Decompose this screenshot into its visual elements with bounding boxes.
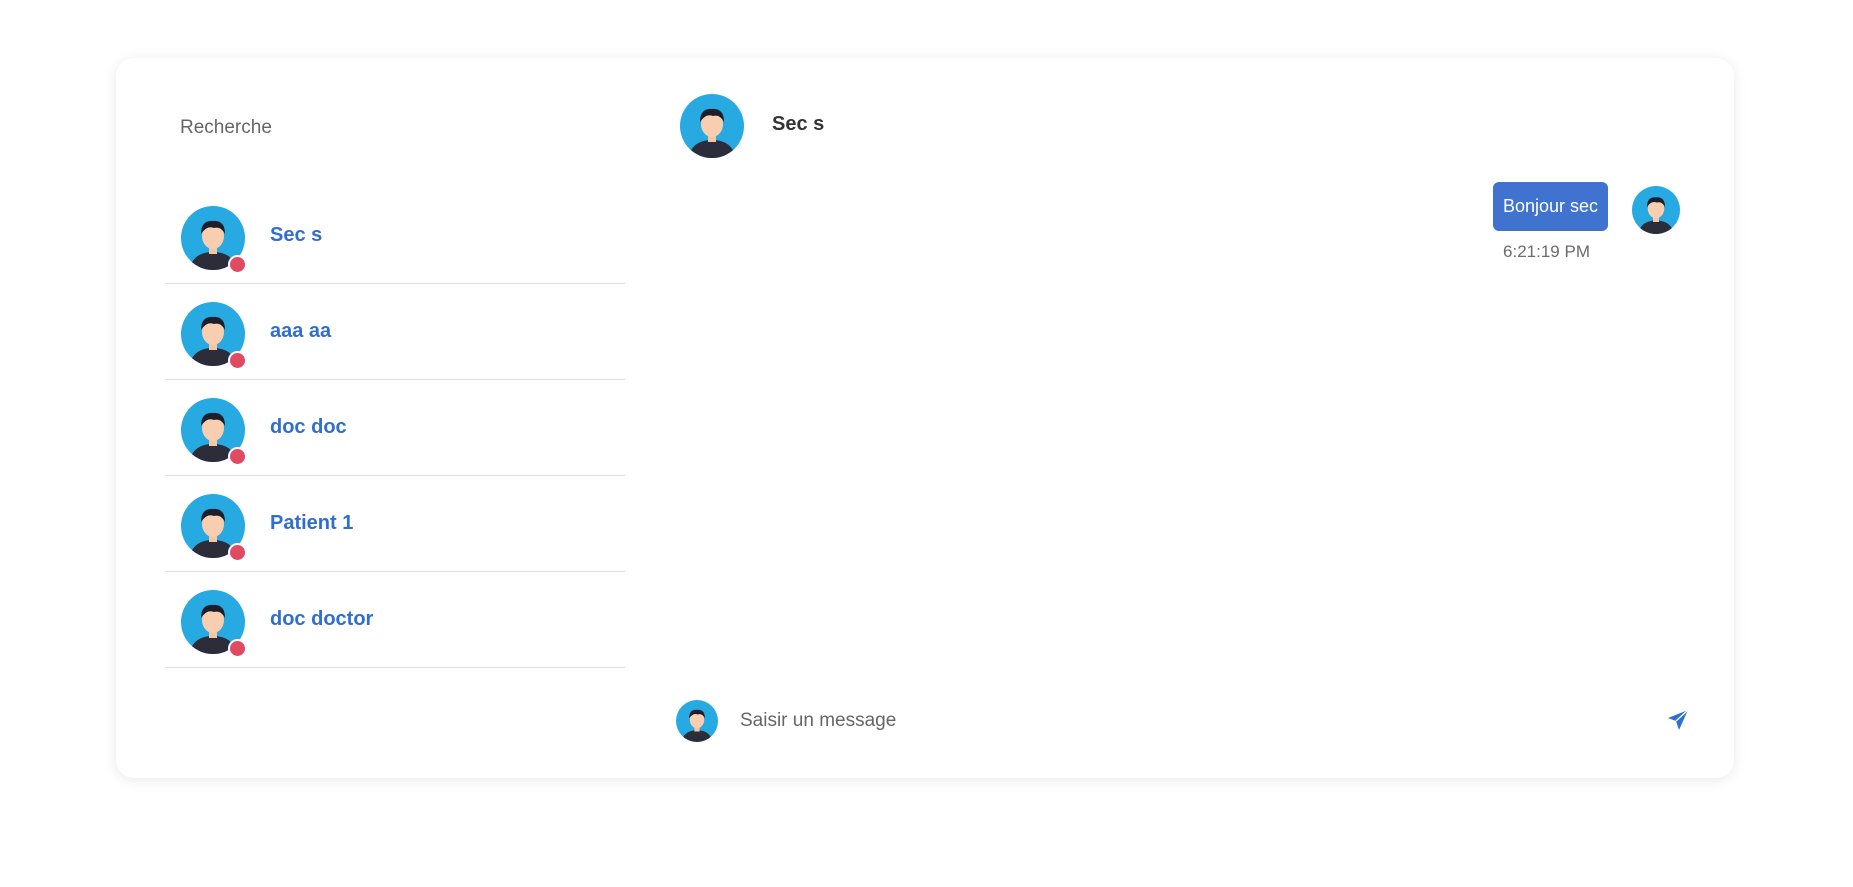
- contact-item[interactable]: Patient 1: [165, 476, 625, 572]
- user-avatar-icon: [680, 94, 744, 158]
- offline-status-dot: [228, 543, 247, 562]
- contact-name: Patient 1: [270, 512, 354, 534]
- search-input[interactable]: [180, 110, 600, 146]
- message-composer: [676, 698, 1689, 744]
- message-sent: Bonjour sec 6:21:19 PM: [1440, 182, 1680, 272]
- avatar: [181, 590, 247, 658]
- message-bubble[interactable]: Bonjour sec: [1492, 182, 1608, 231]
- chat-header: Sec s: [680, 94, 1280, 158]
- contact-item[interactable]: aaa aa: [165, 284, 625, 380]
- avatar: [181, 398, 247, 466]
- contact-item[interactable]: Sec s: [165, 188, 625, 284]
- avatar: [181, 302, 247, 370]
- offline-status-dot: [228, 351, 247, 370]
- contact-item[interactable]: doc doctor: [165, 572, 625, 668]
- avatar: [181, 494, 247, 562]
- message-input[interactable]: [740, 704, 1600, 738]
- contact-name: doc doctor: [270, 608, 374, 630]
- message-timestamp: 6:21:19 PM: [1503, 242, 1590, 261]
- chat-title: Sec s: [772, 113, 825, 135]
- contact-name: doc doc: [270, 416, 347, 438]
- user-avatar-icon: [676, 700, 718, 742]
- contact-list: Sec s aaa aa doc doc Patient 1 doc docto…: [165, 188, 625, 668]
- search-bar: [116, 58, 727, 198]
- offline-status-dot: [228, 639, 247, 658]
- offline-status-dot: [228, 447, 247, 466]
- contact-name: aaa aa: [270, 320, 332, 342]
- send-icon[interactable]: [1666, 708, 1690, 732]
- chat-card: Sec s aaa aa: [116, 58, 1734, 778]
- offline-status-dot: [228, 255, 247, 274]
- contact-name: Sec s: [270, 224, 323, 246]
- contact-item[interactable]: doc doc: [165, 380, 625, 476]
- user-avatar-icon: [1632, 186, 1680, 234]
- avatar: [181, 206, 247, 274]
